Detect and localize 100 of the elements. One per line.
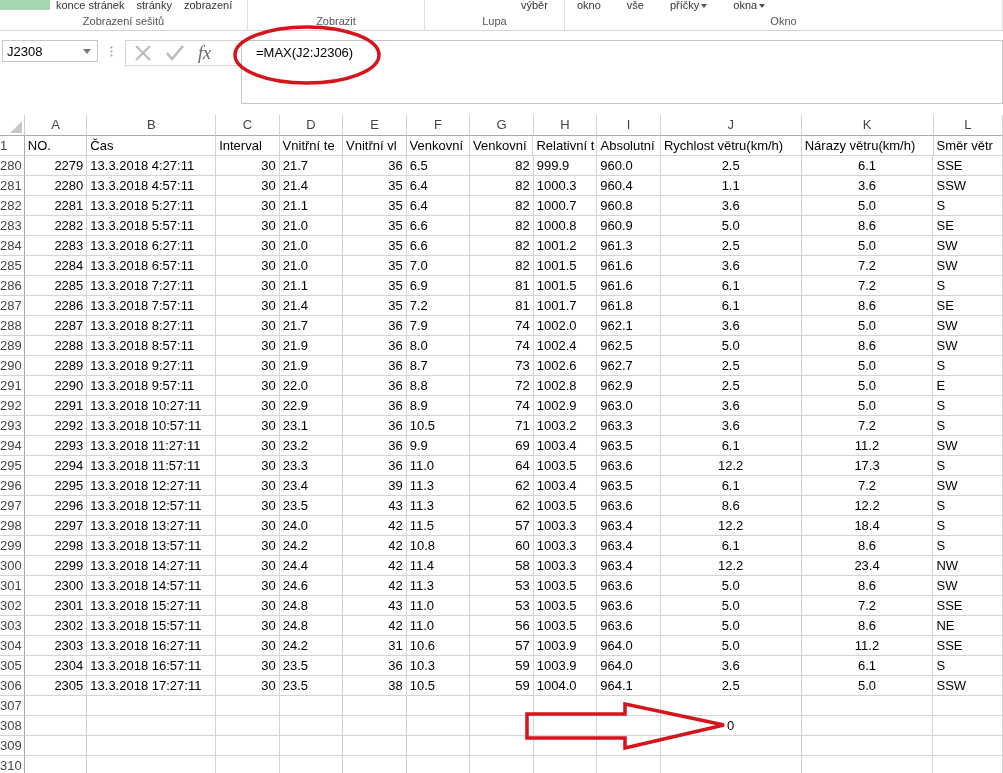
table-cell[interactable]: 24.8 [279, 596, 344, 616]
table-cell[interactable]: 13.3.2018 14:57:11 [87, 576, 217, 596]
table-cell[interactable] [406, 736, 471, 756]
table-cell[interactable]: 36 [343, 416, 407, 436]
select-all-icon[interactable] [9, 121, 22, 133]
table-cell[interactable]: 12.2 [660, 516, 802, 536]
table-cell[interactable]: 2295 [24, 476, 88, 496]
table-cell[interactable]: 30 [216, 656, 280, 676]
table-cell[interactable]: S [933, 276, 1003, 296]
table-cell[interactable]: NW [933, 556, 1003, 576]
table-cell[interactable]: 13.3.2018 11:27:11 [87, 436, 217, 456]
table-cell[interactable] [279, 696, 344, 716]
table-cell[interactable]: 22.9 [279, 396, 344, 416]
table-cell[interactable]: 21.7 [279, 316, 344, 336]
column-header[interactable]: A [24, 115, 88, 136]
table-cell[interactable]: 42 [343, 576, 407, 596]
table-cell[interactable]: Rychlost větru(km/h) [660, 136, 802, 156]
table-cell[interactable]: 961.6 [597, 276, 661, 296]
table-cell[interactable]: 6.5 [406, 156, 471, 176]
table-cell[interactable]: 2298 [24, 536, 88, 556]
table-cell[interactable]: NO. [24, 136, 88, 156]
table-cell[interactable]: 30 [216, 236, 280, 256]
table-cell[interactable]: 30 [216, 596, 280, 616]
table-cell[interactable] [24, 696, 88, 716]
table-cell[interactable]: 5.0 [660, 596, 802, 616]
table-cell[interactable]: 963.4 [597, 516, 661, 536]
table-cell[interactable]: 13.3.2018 6:57:11 [87, 256, 217, 276]
table-cell[interactable]: 7.2 [801, 596, 934, 616]
table-cell[interactable]: 13.3.2018 8:57:11 [87, 336, 217, 356]
table-cell[interactable]: 35 [343, 276, 407, 296]
table-cell[interactable]: 13.3.2018 15:57:11 [87, 616, 217, 636]
column-header[interactable]: D [279, 115, 344, 136]
table-cell[interactable]: 2301 [24, 596, 88, 616]
row-header[interactable]: 292 [0, 396, 25, 416]
table-cell[interactable]: 2283 [24, 236, 88, 256]
table-cell[interactable]: 964.0 [597, 636, 661, 656]
table-cell[interactable]: 42 [343, 556, 407, 576]
table-cell[interactable]: S [933, 516, 1003, 536]
row-header[interactable]: 286 [0, 276, 25, 296]
table-cell[interactable]: 13.3.2018 16:27:11 [87, 636, 217, 656]
table-cell[interactable]: 10.5 [406, 676, 471, 696]
table-cell[interactable]: 2293 [24, 436, 88, 456]
table-cell[interactable]: 36 [343, 396, 407, 416]
table-cell[interactable]: 43 [343, 496, 407, 516]
row-header[interactable]: 301 [0, 576, 25, 596]
ribbon-button[interactable]: konce stránek [56, 0, 125, 11]
table-cell[interactable]: 21.0 [279, 256, 344, 276]
table-cell[interactable]: 6.4 [406, 176, 471, 196]
table-cell[interactable]: 21.9 [279, 356, 344, 376]
table-cell[interactable]: 963.3 [597, 416, 661, 436]
table-cell[interactable]: 8.6 [801, 616, 934, 636]
table-cell[interactable] [216, 696, 280, 716]
table-cell[interactable]: 1001.5 [533, 276, 598, 296]
table-cell[interactable]: 30 [216, 276, 280, 296]
table-cell[interactable]: 24.2 [279, 636, 344, 656]
table-cell[interactable]: 82 [470, 216, 534, 236]
table-cell[interactable]: 59 [470, 656, 534, 676]
table-cell[interactable]: 3.6 [660, 656, 802, 676]
column-header[interactable]: C [216, 115, 280, 136]
table-cell[interactable]: S [933, 396, 1003, 416]
cancel-icon[interactable] [134, 44, 152, 62]
table-cell[interactable]: 1003.3 [533, 516, 598, 536]
table-cell[interactable]: 23.5 [279, 676, 344, 696]
table-cell[interactable]: 5.0 [801, 236, 934, 256]
table-cell[interactable]: 30 [216, 356, 280, 376]
table-cell[interactable]: 74 [470, 396, 534, 416]
table-cell[interactable]: 1003.5 [533, 616, 598, 636]
row-header[interactable]: 288 [0, 316, 25, 336]
table-cell[interactable]: 8.6 [801, 216, 934, 236]
table-cell[interactable]: 30 [216, 436, 280, 456]
row-header[interactable]: 283 [0, 216, 25, 236]
table-cell[interactable]: 13.3.2018 13:27:11 [87, 516, 217, 536]
table-cell[interactable]: 963.5 [597, 436, 661, 456]
table-cell[interactable]: 1002.0 [533, 316, 598, 336]
table-cell[interactable] [343, 696, 407, 716]
ribbon-button[interactable]: příčky [670, 0, 708, 11]
name-box[interactable]: J2308 [2, 40, 98, 62]
table-cell[interactable]: 960.9 [597, 216, 661, 236]
table-cell[interactable]: 10.3 [406, 656, 471, 676]
table-cell[interactable]: 24.4 [279, 556, 344, 576]
table-cell[interactable] [801, 716, 934, 736]
table-cell[interactable]: SW [933, 316, 1003, 336]
table-cell[interactable] [470, 716, 534, 736]
table-cell[interactable]: 6.1 [660, 296, 802, 316]
table-cell[interactable]: 8.6 [801, 296, 934, 316]
column-header[interactable]: E [343, 115, 407, 136]
table-cell[interactable]: 30 [216, 496, 280, 516]
table-cell[interactable]: 1001.7 [533, 296, 598, 316]
table-cell[interactable]: 1002.8 [533, 376, 598, 396]
table-cell[interactable]: 7.2 [801, 476, 934, 496]
table-cell[interactable]: 30 [216, 176, 280, 196]
ribbon-button[interactable]: vše [626, 0, 644, 11]
table-cell[interactable]: 11.3 [406, 476, 471, 496]
table-cell[interactable]: E [933, 376, 1003, 396]
table-cell[interactable]: 8.7 [406, 356, 471, 376]
table-cell[interactable]: 961.8 [597, 296, 661, 316]
table-cell[interactable]: 2294 [24, 456, 88, 476]
table-cell[interactable]: 1003.5 [533, 496, 598, 516]
table-cell[interactable]: 963.6 [597, 496, 661, 516]
table-cell[interactable]: 2279 [24, 156, 88, 176]
